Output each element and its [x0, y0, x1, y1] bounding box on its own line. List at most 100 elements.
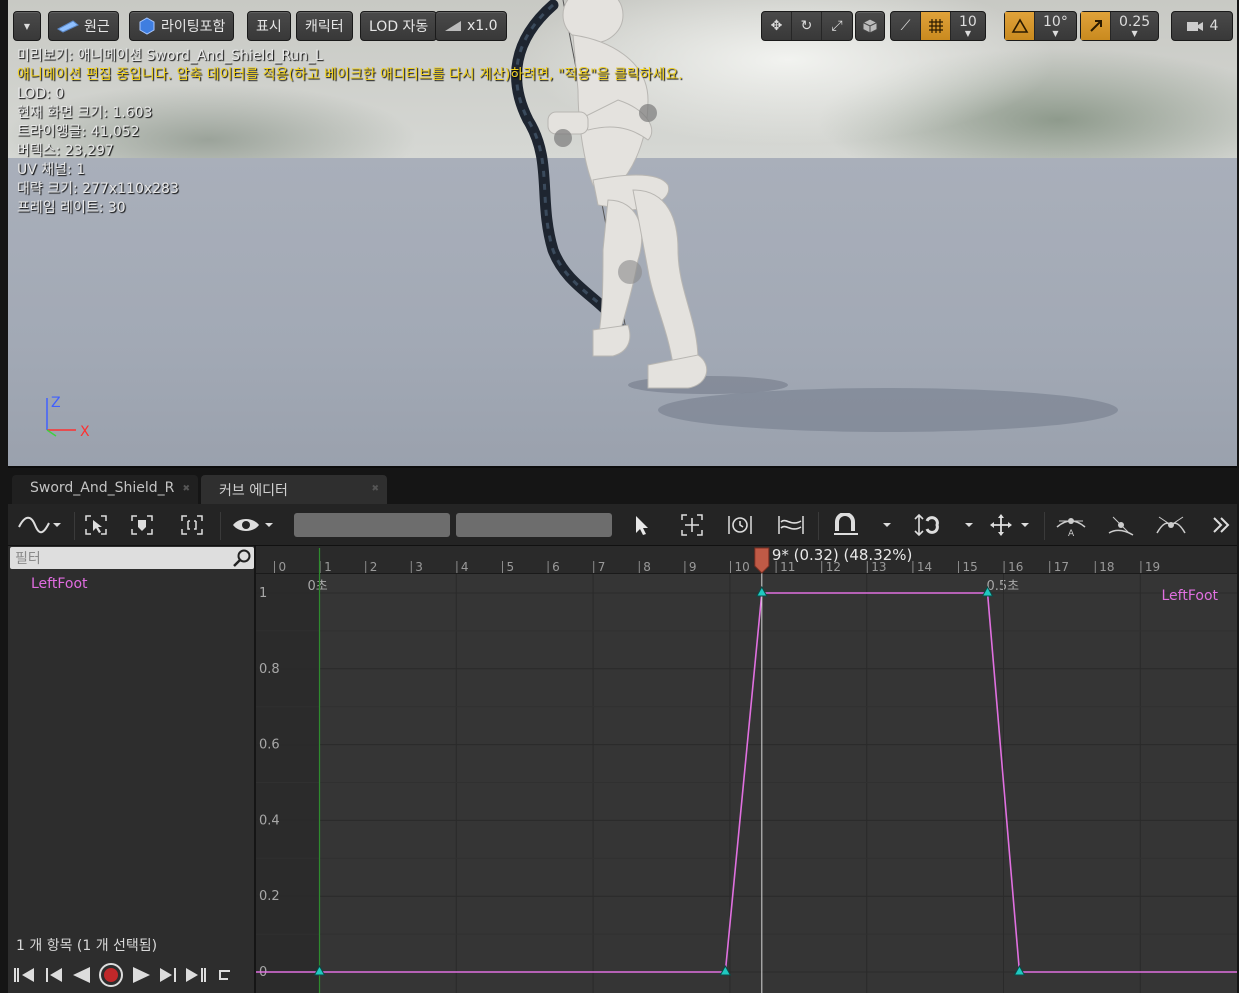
playback-speed-button[interactable]: x1.0: [435, 11, 507, 41]
translate-tool-button[interactable]: ✥: [762, 12, 792, 40]
curve-key[interactable]: [719, 964, 732, 976]
camera-speed-dropdown[interactable]: 4: [1172, 12, 1232, 40]
tab-animation-label: Sword_And_Shield_R: [30, 480, 175, 496]
toolbar-separator: [220, 512, 221, 540]
retime-tool-button[interactable]: [726, 511, 754, 539]
eye-icon: [233, 519, 273, 531]
grid-snap-group: ⟋ 10 ▼: [890, 11, 986, 41]
step-forward-icon[interactable]: [158, 964, 178, 986]
viewport-options-button[interactable]: ▼: [13, 11, 41, 41]
perspective-button[interactable]: 원근: [48, 11, 119, 41]
auto-tangent-button[interactable]: A: [1054, 511, 1088, 539]
ruler-tick-label: 3: [415, 560, 423, 574]
tab-curve-editor-label: 커브 에디터: [219, 483, 288, 499]
cursor-icon: [636, 516, 648, 535]
transform-tool-button[interactable]: [678, 511, 706, 539]
ruler-tick-label: 19: [1145, 560, 1160, 574]
rotation-snap-toggle[interactable]: [1005, 12, 1035, 40]
angle-icon: [1011, 18, 1028, 33]
curve-graph-canvas[interactable]: -101234567891011121314151617181910.80.60…: [256, 546, 1237, 993]
skip-to-end-icon[interactable]: [184, 964, 210, 986]
grid-icon: [928, 19, 943, 33]
axis-snap-button[interactable]: [988, 511, 1036, 539]
rotation-snap-value-dropdown[interactable]: 10° ▼: [1035, 12, 1076, 40]
grid-snap-toggle[interactable]: [921, 12, 951, 40]
play-icon[interactable]: [130, 964, 152, 986]
tab-animation[interactable]: Sword_And_Shield_R ✖: [12, 475, 198, 504]
frame-rate-info: 프레임 레이트: 30: [17, 200, 126, 216]
filter-input[interactable]: 필터: [10, 547, 254, 569]
multi-scale-tool-button[interactable]: [776, 511, 806, 539]
curve-list-item[interactable]: LeftFoot: [31, 576, 88, 592]
show-button[interactable]: 표시: [247, 11, 291, 41]
surface-snap-button[interactable]: ⟋: [891, 12, 921, 40]
curve-key[interactable]: [1013, 964, 1026, 976]
axis-gizmo: Z X: [42, 392, 102, 448]
ruler-tick-label: 10: [735, 560, 750, 574]
playhead-handle[interactable]: [754, 547, 770, 574]
screen-size-info: 현재 화면 크기: 1.603: [17, 105, 153, 121]
break-tangent-button[interactable]: [1154, 511, 1188, 539]
transform-tools-group: ✥ ↻ ⤢: [761, 11, 853, 41]
viewport[interactable]: ▼ 원근 라이팅포함 표시 캐릭터 LOD 자동 x1.0 ✥ ↻ ⤢ ⟋ 10…: [8, 0, 1237, 468]
ruler-tick-label: 1: [324, 560, 332, 574]
tab-curve-editor[interactable]: 커브 에디터 ✖: [201, 475, 387, 504]
chevron-down-icon: ▼: [964, 28, 971, 38]
frame-all-button[interactable]: [178, 511, 206, 539]
rotation-snap-group: 10° ▼: [1004, 11, 1077, 41]
perspective-label: 원근: [84, 19, 110, 35]
play-reverse-icon[interactable]: [70, 964, 92, 986]
svg-text:A: A: [1068, 529, 1075, 537]
skip-to-start-icon[interactable]: [12, 964, 38, 986]
retime-clock-icon: [728, 516, 752, 534]
character-button[interactable]: 캐릭터: [296, 11, 353, 41]
select-tool-button[interactable]: [628, 511, 656, 539]
grid-snap-value-dropdown[interactable]: 10 ▼: [951, 12, 985, 40]
ruler-tick-label: 9: [689, 560, 697, 574]
key-time-field[interactable]: [294, 513, 450, 537]
curve-editor-toolbar: A: [8, 504, 1237, 546]
magnet-icon: [834, 513, 891, 535]
scale-snap-group: 0.25 ▼: [1080, 11, 1160, 41]
curve-visibility-button[interactable]: [230, 511, 278, 539]
rotate-tool-button[interactable]: ↻: [792, 12, 822, 40]
ruler-tick-label: 2: [370, 560, 378, 574]
lighting-mode-button[interactable]: 라이팅포함: [129, 11, 235, 41]
coordinate-system-button[interactable]: [855, 11, 885, 41]
surface-snap-icon: ⟋: [900, 18, 911, 34]
close-icon[interactable]: ✖: [371, 484, 379, 494]
frame-keys-button[interactable]: [128, 511, 156, 539]
multi-wave-icon: [778, 516, 804, 534]
curve-key[interactable]: [755, 585, 768, 597]
key-value-field[interactable]: [456, 513, 612, 537]
vertices-info: 버텍스: 23,297: [17, 143, 114, 159]
snap-time-button[interactable]: [912, 511, 982, 539]
record-icon[interactable]: [98, 962, 124, 988]
curve-graph[interactable]: -101234567891011121314151617181910.80.60…: [256, 546, 1237, 993]
scale-tool-button[interactable]: ⤢: [822, 12, 852, 40]
loop-icon[interactable]: [216, 964, 232, 986]
transform-box-icon: [681, 514, 703, 536]
playback-speed-label: x1.0: [467, 18, 498, 34]
ruler-tick-label: 14: [917, 560, 932, 574]
curve-view-mode-button[interactable]: [16, 511, 62, 539]
ruler-tick-label: 18: [1099, 560, 1114, 574]
curve-tree-panel: 필터 LeftFoot 1 개 항목 (1 개 선택됨): [8, 546, 254, 993]
lod-button[interactable]: LOD 자동: [360, 11, 438, 41]
time-marker-start: 0초: [308, 579, 328, 594]
close-icon[interactable]: ✖: [182, 484, 190, 494]
scale-arrow-icon: [1089, 20, 1102, 32]
move-axes-icon: [990, 514, 1029, 536]
item-count-text: 1 개 항목 (1 개 선택됨): [16, 938, 158, 954]
curve-wave-icon: [18, 516, 61, 534]
snap-value-button[interactable]: [830, 511, 900, 539]
user-tangent-button[interactable]: [1104, 511, 1138, 539]
step-back-icon[interactable]: [44, 964, 64, 986]
toolbar-separator: [818, 512, 819, 540]
scale-snap-toggle[interactable]: [1081, 12, 1111, 40]
play-speed-icon: [445, 21, 461, 31]
frame-selection-button[interactable]: [82, 511, 110, 539]
scale-snap-value-dropdown[interactable]: 0.25 ▼: [1111, 12, 1158, 40]
ruler-tick-label: 17: [1054, 560, 1069, 574]
toolbar-overflow-button[interactable]: [1208, 511, 1234, 539]
